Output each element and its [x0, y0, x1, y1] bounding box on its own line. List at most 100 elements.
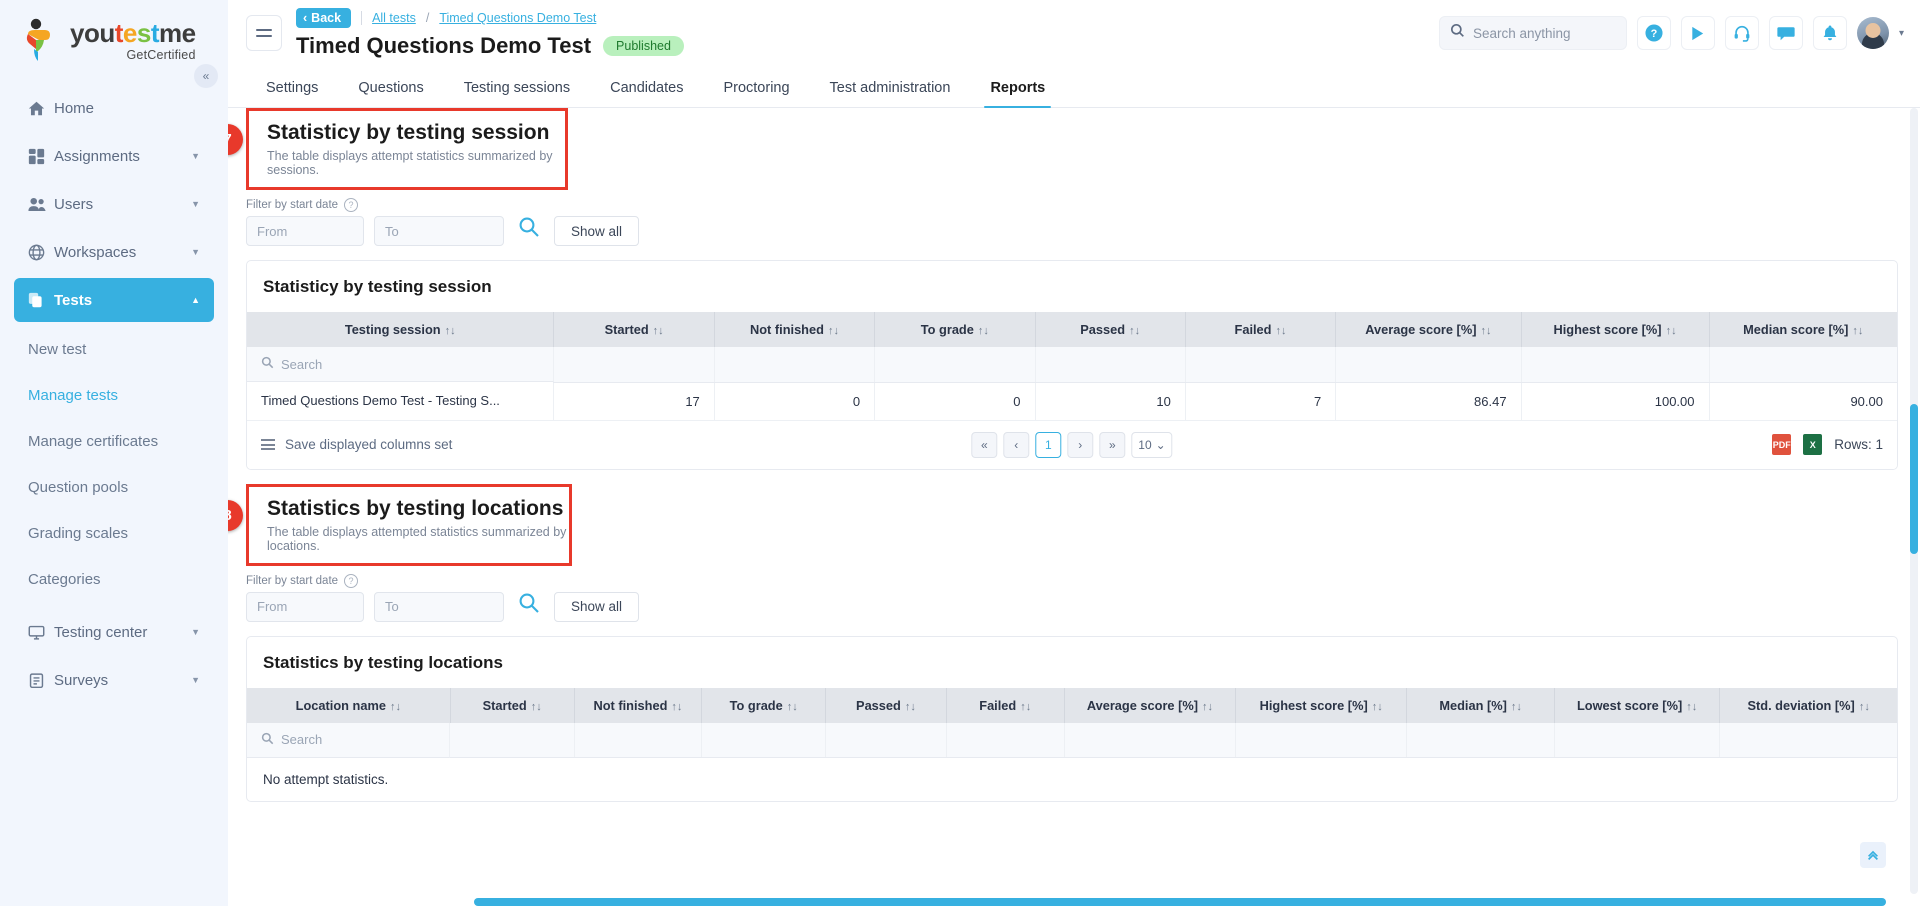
tab-questions[interactable]: Questions — [338, 80, 443, 107]
avatar[interactable] — [1857, 17, 1889, 49]
filter-cell — [1035, 347, 1185, 382]
pagination-next-button[interactable]: › — [1067, 432, 1093, 458]
tab-test-administration[interactable]: Test administration — [810, 80, 971, 107]
section-7-save-columns[interactable]: Save displayed columns set — [261, 437, 452, 452]
section-7-to-input[interactable]: To — [374, 216, 504, 246]
column-header-failed[interactable]: Failed↑↓ — [946, 688, 1064, 723]
user-menu-chevron-down-icon[interactable]: ▾ — [1899, 28, 1904, 39]
sidebar-subitem-categories[interactable]: Categories — [0, 556, 228, 602]
section-7-apply-filter-magnifier-icon[interactable] — [518, 216, 540, 246]
sidebar-subitem-question-pools[interactable]: Question pools — [0, 464, 228, 510]
tab-settings[interactable]: Settings — [246, 80, 338, 107]
main-area: ‹ Back All tests / Timed Questions Demo … — [228, 0, 1920, 906]
sidebar-item-label: Tests — [54, 292, 191, 309]
column-header-median-score[interactable]: Median score [%]↑↓ — [1709, 312, 1897, 347]
column-header-not-finished[interactable]: Not finished↑↓ — [714, 312, 874, 347]
play-icon[interactable] — [1681, 16, 1715, 50]
back-to-top-button[interactable] — [1860, 842, 1886, 868]
table-row[interactable]: Timed Questions Demo Test - Testing S...… — [247, 382, 1897, 420]
column-header-testing-session[interactable]: Testing session↑↓ — [247, 312, 554, 347]
filter-cell — [1521, 347, 1709, 382]
column-header-failed[interactable]: Failed↑↓ — [1185, 312, 1335, 347]
sidebar-item-workspaces[interactable]: Workspaces ▼ — [14, 230, 214, 274]
cell-average-score: 86.47 — [1336, 382, 1521, 420]
section-7-table-card: Statisticy by testing session Testing se… — [246, 260, 1898, 470]
sort-icon: ↑↓ — [1480, 325, 1491, 337]
users-icon — [28, 196, 54, 213]
column-header-passed[interactable]: Passed↑↓ — [1035, 312, 1185, 347]
columns-menu-icon[interactable] — [261, 439, 275, 450]
pagination-first-button[interactable]: « — [971, 432, 997, 458]
question-mark-icon[interactable]: ? — [344, 198, 358, 212]
page-size-select[interactable]: 10⌄ — [1131, 432, 1172, 458]
column-header-to-grade[interactable]: To grade↑↓ — [875, 312, 1035, 347]
section-8-title: Statistics by testing locations — [267, 497, 569, 521]
sidebar-item-home[interactable]: Home — [14, 86, 214, 130]
back-button[interactable]: ‹ Back — [296, 8, 351, 28]
column-header-not-finished[interactable]: Not finished↑↓ — [574, 688, 702, 723]
grid-icon — [28, 148, 54, 165]
column-header-location-name[interactable]: Location name↑↓ — [247, 688, 450, 723]
section-8-from-input[interactable]: From — [246, 592, 364, 622]
sidebar-item-surveys[interactable]: Surveys ▼ — [14, 658, 214, 702]
cell-passed: 10 — [1035, 382, 1185, 420]
export-excel-icon[interactable]: X — [1803, 434, 1822, 455]
breadcrumb-current-test[interactable]: Timed Questions Demo Test — [439, 11, 596, 25]
section-8-highlight-box: Statistics by testing locations The tabl… — [246, 484, 572, 566]
sidebar-subitem-manage-tests[interactable]: Manage tests — [0, 372, 228, 418]
section-7-from-input[interactable]: From — [246, 216, 364, 246]
pagination-page-1[interactable]: 1 — [1035, 432, 1061, 458]
column-header-passed[interactable]: Passed↑↓ — [826, 688, 946, 723]
section-7-show-all-button[interactable]: Show all — [554, 216, 639, 246]
monitor-icon — [28, 624, 54, 641]
sidebar-subitem-new-test[interactable]: New test — [0, 326, 228, 372]
section-8-apply-filter-magnifier-icon[interactable] — [518, 592, 540, 622]
cell-failed: 7 — [1185, 382, 1335, 420]
section-8-search-cell[interactable]: Search — [247, 723, 450, 758]
column-header-std-deviation[interactable]: Std. deviation [%]↑↓ — [1720, 688, 1897, 723]
export-pdf-icon[interactable]: PDF — [1772, 434, 1791, 455]
column-header-lowest-score[interactable]: Lowest score [%]↑↓ — [1554, 688, 1719, 723]
breadcrumb-all-tests[interactable]: All tests — [372, 11, 416, 25]
pagination-prev-button[interactable]: ‹ — [1003, 432, 1029, 458]
brand-logo[interactable]: youtestme GetCertified — [0, 0, 228, 64]
hamburger-icon[interactable] — [246, 15, 282, 51]
column-header-to-grade[interactable]: To grade↑↓ — [702, 688, 826, 723]
column-header-median[interactable]: Median [%]↑↓ — [1407, 688, 1555, 723]
column-header-started[interactable]: Started↑↓ — [450, 688, 574, 723]
sidebar-item-testing-center[interactable]: Testing center ▼ — [14, 610, 214, 654]
column-header-highest-score[interactable]: Highest score [%]↑↓ — [1236, 688, 1407, 723]
tab-proctoring[interactable]: Proctoring — [703, 80, 809, 107]
sidebar-subitem-manage-certificates[interactable]: Manage certificates — [0, 418, 228, 464]
column-header-average-score[interactable]: Average score [%]↑↓ — [1336, 312, 1521, 347]
tab-candidates[interactable]: Candidates — [590, 80, 703, 107]
back-button-label: Back — [311, 11, 341, 25]
sort-icon: ↑↓ — [787, 701, 798, 713]
chat-icon[interactable] — [1769, 16, 1803, 50]
horizontal-scrollbar[interactable] — [474, 898, 1886, 906]
section-8-to-input[interactable]: To — [374, 592, 504, 622]
sidebar-item-users[interactable]: Users ▼ — [14, 182, 214, 226]
tab-testing-sessions[interactable]: Testing sessions — [444, 80, 590, 107]
headset-icon[interactable] — [1725, 16, 1759, 50]
bell-icon[interactable] — [1813, 16, 1847, 50]
status-badge: Published — [603, 36, 684, 56]
column-header-started[interactable]: Started↑↓ — [554, 312, 714, 347]
sidebar: youtestme GetCertified « Home Assignment… — [0, 0, 228, 906]
search-input[interactable]: Search anything — [1439, 16, 1627, 50]
pagination-last-button[interactable]: » — [1099, 432, 1125, 458]
sidebar-subitem-grading-scales[interactable]: Grading scales — [0, 510, 228, 556]
column-header-highest-score[interactable]: Highest score [%]↑↓ — [1521, 312, 1709, 347]
vertical-scrollbar-thumb[interactable] — [1910, 404, 1918, 554]
sidebar-collapse-icon[interactable]: « — [194, 64, 218, 88]
question-mark-icon[interactable]: ? — [344, 574, 358, 588]
column-header-average-score[interactable]: Average score [%]↑↓ — [1064, 688, 1235, 723]
sidebar-item-tests[interactable]: Tests ▲ — [14, 278, 214, 322]
section-7-search-cell[interactable]: Search — [247, 347, 554, 382]
help-icon[interactable]: ? — [1637, 16, 1671, 50]
sidebar-item-assignments[interactable]: Assignments ▼ — [14, 134, 214, 178]
section-8-show-all-button[interactable]: Show all — [554, 592, 639, 622]
vertical-scrollbar[interactable] — [1910, 108, 1918, 894]
top-bar-actions: Search anything ? ▾ — [1439, 16, 1904, 50]
tab-reports[interactable]: Reports — [970, 80, 1065, 107]
